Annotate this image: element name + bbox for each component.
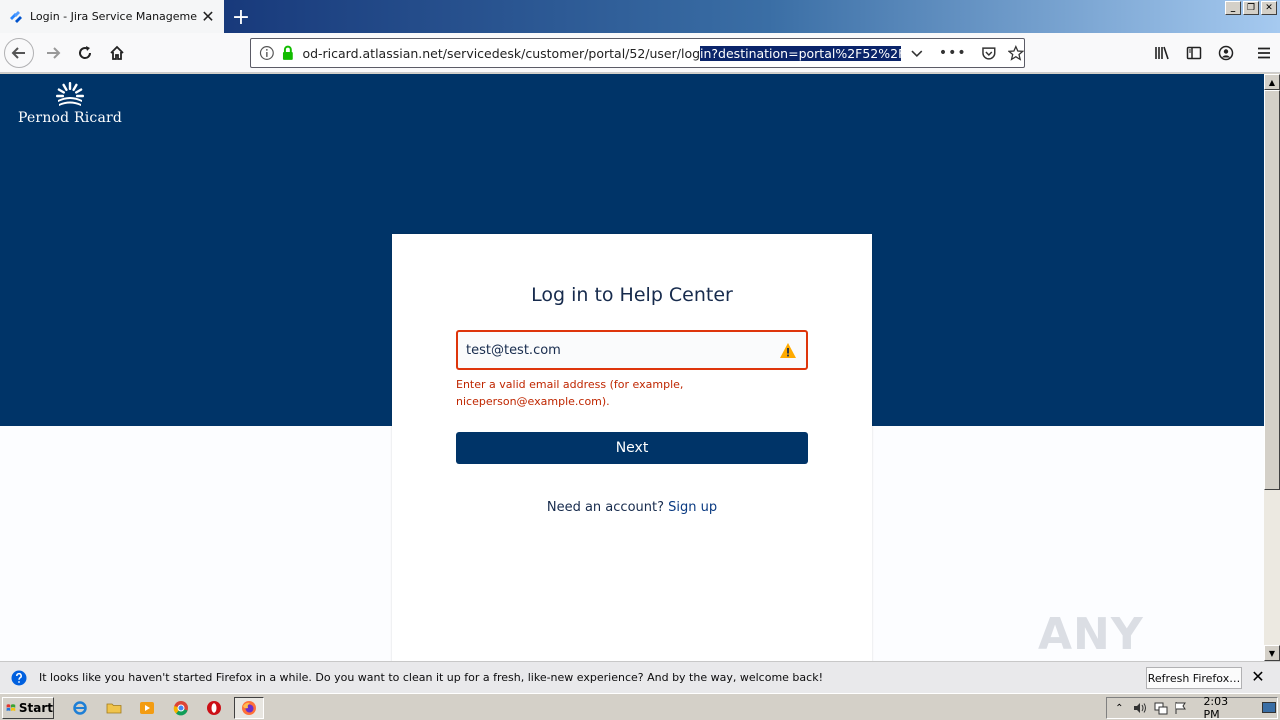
volume-icon[interactable] xyxy=(1132,700,1149,716)
navigation-toolbar: od-ricard.atlassian.net/servicedesk/cust… xyxy=(0,33,1280,73)
tab-close-icon[interactable]: ✕ xyxy=(198,7,218,27)
home-icon xyxy=(110,45,124,60)
login-card: Log in to Help Center Enter a valid emai… xyxy=(392,234,872,661)
email-error-message: Enter a valid email address (for example… xyxy=(456,378,684,408)
refresh-firefox-button[interactable]: Refresh Firefox… xyxy=(1146,667,1242,689)
media-player-icon xyxy=(140,702,154,714)
network-icon[interactable] xyxy=(1152,700,1169,716)
notification-close-icon[interactable]: ✕ xyxy=(1250,669,1266,685)
home-button[interactable] xyxy=(102,39,132,67)
sign-up-link[interactable]: Sign up xyxy=(668,500,717,515)
page-actions-button[interactable]: ••• xyxy=(939,45,967,61)
account-button[interactable] xyxy=(1210,37,1242,69)
reload-icon xyxy=(79,46,92,59)
taskbar: Start ⌃ 2:03 PM xyxy=(0,693,1280,720)
system-tray: ⌃ 2:03 PM xyxy=(1106,695,1278,720)
window-controls: _ ❐ ✕ xyxy=(1225,1,1277,15)
close-window-button[interactable]: ✕ xyxy=(1261,1,1277,15)
notification-message: It looks like you haven't started Firefo… xyxy=(39,671,823,684)
url-text[interactable]: od-ricard.atlassian.net/servicedesk/cust… xyxy=(302,45,902,61)
back-arrow-icon xyxy=(11,47,25,59)
ie-quicklaunch[interactable] xyxy=(70,698,90,718)
email-field-container[interactable] xyxy=(456,330,808,370)
windows-logo-icon xyxy=(6,704,16,712)
sidebar-icon xyxy=(1186,46,1202,60)
explorer-quicklaunch[interactable] xyxy=(104,698,124,718)
back-button[interactable] xyxy=(4,38,34,68)
title-bar: Login - Jira Service Management ✕ + _ ❐ … xyxy=(0,0,1280,33)
chrome-quicklaunch[interactable] xyxy=(171,698,191,718)
show-desktop-icon[interactable] xyxy=(1260,700,1277,716)
clock[interactable]: 2:03 PM xyxy=(1203,695,1244,720)
info-icon[interactable] xyxy=(259,45,275,61)
forward-button[interactable] xyxy=(38,39,68,67)
anyrun-watermark: ANY RUN xyxy=(1038,609,1146,661)
vertical-scrollbar[interactable]: ▲ ▼ xyxy=(1264,74,1280,661)
action-center-flag-icon[interactable] xyxy=(1173,700,1190,716)
scroll-up-button[interactable]: ▲ xyxy=(1264,74,1280,90)
menu-button[interactable] xyxy=(1248,37,1280,69)
library-icon xyxy=(1155,46,1169,60)
url-plain: od-ricard.atlassian.net/servicedesk/cust… xyxy=(302,45,701,61)
brand-name: Pernod Ricard xyxy=(17,110,123,126)
folder-icon xyxy=(106,703,122,714)
sidebar-button[interactable] xyxy=(1178,37,1210,69)
sun-logo-icon xyxy=(56,82,84,106)
warning-icon xyxy=(780,343,796,358)
tab-title: Login - Jira Service Management xyxy=(30,10,198,23)
signup-prompt: Need an account? Sign up xyxy=(392,500,872,515)
web-page: Pernod Ricard Log in to Help Center Ente… xyxy=(0,74,1264,661)
secure-lock-icon[interactable] xyxy=(281,45,295,61)
account-prompt-text: Need an account? xyxy=(546,500,664,515)
notification-bar: It looks like you haven't started Firefo… xyxy=(0,661,1280,693)
library-button[interactable] xyxy=(1146,37,1178,69)
reload-button[interactable] xyxy=(70,39,100,67)
restore-button[interactable]: ❐ xyxy=(1243,1,1259,15)
tray-expand-icon[interactable]: ⌃ xyxy=(1111,700,1128,716)
scroll-thumb[interactable] xyxy=(1264,90,1280,490)
toolbar-right xyxy=(1146,33,1280,73)
firefox-icon xyxy=(242,701,256,715)
forward-arrow-icon xyxy=(47,47,61,59)
pocket-icon[interactable] xyxy=(981,45,997,61)
opera-quicklaunch[interactable] xyxy=(204,698,224,718)
start-button[interactable]: Start xyxy=(2,697,54,719)
url-selected: in?destination=portal%2F52%2FESD-6382 xyxy=(700,45,902,61)
bookmark-star-icon[interactable] xyxy=(1008,45,1024,61)
chevron-down-icon[interactable] xyxy=(909,45,925,61)
chrome-icon xyxy=(173,701,188,716)
new-tab-icon[interactable]: + xyxy=(228,4,254,30)
account-icon xyxy=(1218,45,1234,61)
firefox-taskbar-button[interactable] xyxy=(234,697,264,719)
internet-explorer-icon xyxy=(73,701,87,715)
pernod-ricard-logo[interactable]: Pernod Ricard xyxy=(14,82,126,126)
jira-favicon-icon xyxy=(10,10,22,23)
question-icon xyxy=(11,670,27,685)
browser-tab[interactable]: Login - Jira Service Management ✕ xyxy=(0,0,224,33)
hamburger-menu-icon xyxy=(1258,47,1270,59)
minimize-button[interactable]: _ xyxy=(1225,1,1241,15)
opera-icon xyxy=(207,701,221,715)
page-title: Log in to Help Center xyxy=(531,284,733,306)
address-bar[interactable]: od-ricard.atlassian.net/servicedesk/cust… xyxy=(250,38,1025,68)
media-player-quicklaunch[interactable] xyxy=(137,698,157,718)
scroll-down-button[interactable]: ▼ xyxy=(1264,645,1280,661)
email-field[interactable] xyxy=(466,342,766,358)
next-button[interactable]: Next xyxy=(456,432,808,464)
start-label: Start xyxy=(18,701,53,715)
